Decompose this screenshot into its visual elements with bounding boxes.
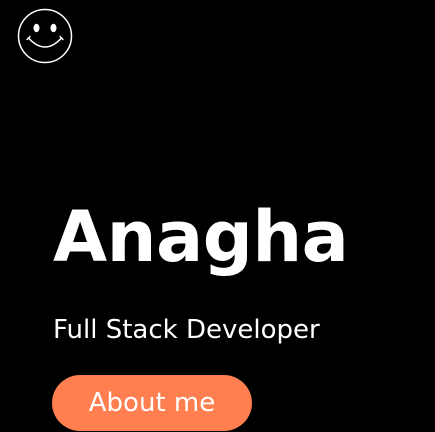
- smiley-face-icon[interactable]: [17, 8, 73, 64]
- hero-role: Full Stack Developer: [53, 315, 320, 345]
- hero-section: Anagha: [53, 195, 435, 279]
- hero-name: Anagha: [53, 196, 349, 278]
- about-me-button[interactable]: About me: [52, 375, 252, 431]
